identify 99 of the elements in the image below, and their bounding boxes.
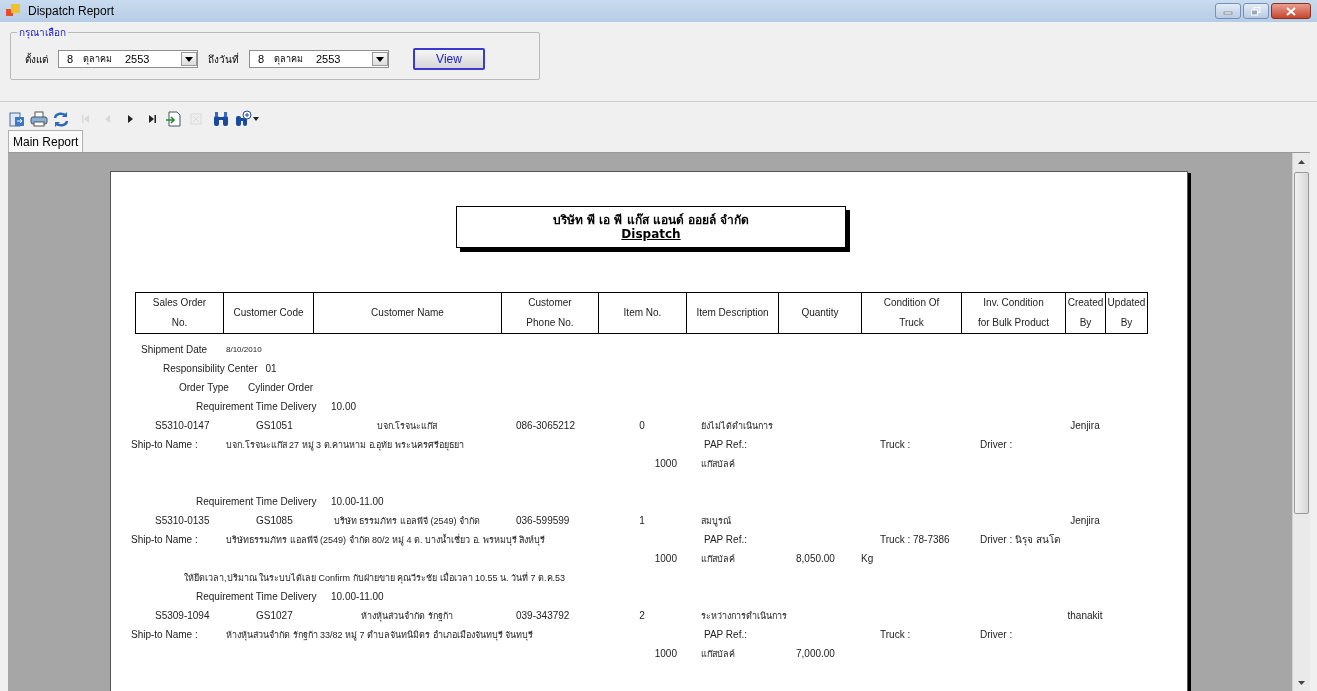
field-value: 10.00-11.00 [331, 496, 384, 507]
report-title: Dispatch [621, 227, 681, 242]
item-code: 1000 [654, 458, 678, 469]
app-icon [6, 4, 20, 18]
field-label: Ship-to Name : [130, 629, 199, 640]
column-header: Created By [1065, 292, 1105, 333]
item-status: ระหว่างการดำเนินการ [700, 609, 788, 623]
field-value: 10.00 [331, 401, 357, 412]
down-arrow-icon[interactable] [1298, 680, 1305, 685]
ship-to-address: ห้างหุ้นส่วนจำกัด รักฐก้า 33/82 หมู่ 7 ตำบลจันทนิมิตร อำเภอเมืองจันทบุรี จันทบุรี [225, 628, 535, 642]
customer-code: GS1027 [255, 610, 294, 621]
minimize-button[interactable] [1215, 3, 1241, 19]
up-arrow-icon[interactable] [1298, 159, 1305, 164]
date-picker[interactable]: 8 ตุลาคม 2553 [249, 50, 389, 68]
field-label: Requirement Time Delivery [196, 401, 318, 412]
go-to-page-icon[interactable] [165, 110, 183, 128]
phone-number: 036-599599 [515, 515, 571, 526]
scrollbar[interactable] [1292, 153, 1310, 691]
close-button[interactable] [1271, 3, 1311, 19]
view-button[interactable]: View [413, 48, 485, 70]
sales-order-no: S5310-0147 [154, 420, 211, 431]
driver-info: Driver : [979, 629, 1014, 640]
group-label: กรุณาเลือก [17, 25, 68, 40]
customer-name: บจก.โรจนะแก๊ส [376, 419, 438, 433]
column-header: Sales Order No. [135, 292, 223, 333]
column-header: Customer Code [223, 292, 313, 333]
customer-code: GS1051 [255, 420, 294, 431]
item-number: 2 [639, 610, 645, 621]
unit: Kg [861, 553, 875, 564]
quantity: 7,000.00 [795, 648, 836, 659]
printer-icon[interactable] [30, 110, 48, 128]
product-name: แก๊สบัลค์ [700, 647, 736, 661]
field-label: Order Type [179, 382, 230, 393]
customer-name: บริษัท ธรรมภัทร แอลพีจี (2549) จำกัด [334, 514, 480, 528]
column-header: Condition Of Truck [861, 292, 961, 333]
item-code: 1000 [654, 648, 678, 659]
column-header: Item No. [598, 292, 686, 333]
driver-info: Driver : นิรุจ สนโต [979, 533, 1061, 547]
column-header: Inv. Condition for Bulk Product [961, 292, 1065, 333]
customer-code: GS1085 [255, 515, 294, 526]
from-label: ตั้งแต่ [25, 51, 48, 67]
truck-info: Truck : 78-7386 [879, 534, 951, 545]
ship-to-address: บจก.โรจนะแก๊ส 27 หมู่ 3 ต.คานหาม อ.อุทัย พระนครศรีอยุธยา [225, 438, 465, 452]
report-tab[interactable]: Main Report [8, 130, 84, 152]
caret-icon[interactable] [185, 56, 193, 62]
sales-order-no: S5310-0135 [154, 515, 211, 526]
phone-number: 086-3065212 [515, 420, 576, 431]
dropdown-button[interactable] [372, 52, 388, 66]
maximize-button[interactable] [1243, 3, 1269, 19]
item-code: 1000 [654, 553, 678, 564]
date-picker[interactable]: 8 ตุลาคม 2553 [58, 50, 198, 68]
pap-ref: PAP Ref.: [703, 534, 748, 545]
ship-to-address: บริษัทธรรมภัทร แอลพีจี (2549) จำกัด 80/2 หมู่ 4 ต. บางน้ำเชี่ยว อ. พรหมบุรี สิงห์บุรี [225, 533, 547, 547]
column-header: Customer Name [313, 292, 501, 333]
truck-info: Truck : [879, 629, 912, 640]
field-value: Cylinder Order [248, 382, 314, 393]
customer-name: ห้างหุ้นส่วนจำกัด รักฐก้า [361, 609, 453, 623]
phone-number: 039-343792 [515, 610, 571, 621]
close-icon[interactable] [1286, 6, 1296, 16]
product-name: แก๊สบัลค์ [700, 552, 736, 566]
item-status: สมบูรณ์ [700, 514, 732, 528]
dropdown-button[interactable] [181, 52, 197, 66]
field-value: 8/10/2010 [226, 345, 262, 354]
window-title: Dispatch Report [28, 4, 116, 18]
sales-order-no: S5309-1094 [154, 610, 211, 621]
created-by: Jenjira [1070, 420, 1100, 431]
binoculars-icon[interactable] [212, 110, 230, 128]
field-label: Requirement Time Delivery [196, 496, 318, 507]
refresh-icon[interactable] [52, 110, 70, 128]
caret-icon[interactable] [253, 117, 259, 121]
field-label: Ship-to Name : [130, 534, 199, 545]
to-label: ถึงวันที่ [208, 51, 239, 67]
created-by: Jenjira [1070, 515, 1100, 526]
column-header: Updated By [1105, 292, 1148, 333]
driver-info: Driver : [979, 439, 1014, 450]
field-label: Requirement Time Delivery [196, 591, 318, 602]
export-icon[interactable] [8, 110, 26, 128]
item-number: 0 [639, 420, 645, 431]
column-header: Item Description [686, 292, 778, 333]
scroll-thumb[interactable] [1294, 172, 1309, 514]
binoculars-icon[interactable] [235, 110, 253, 128]
field-value: 10.00-11.00 [331, 591, 384, 602]
field-label: Responsibility Center [163, 363, 258, 374]
order-note: ให้ยึดเวลา,ปริมาณ ในระบบได้เลย Confirm กับฝ่ายขาย คุณวีระชัย เมื่อเวลา 10.55 น. วันที่ 7 ต.ค.53 [184, 571, 566, 585]
company-name: บริษัท พี เอ พี แก๊ส แอนด์ ออยล์ จำกัด [552, 212, 750, 227]
product-name: แก๊สบัลค์ [700, 457, 736, 471]
created-by: thanakit [1067, 610, 1103, 621]
field-label: Ship-to Name : [130, 439, 199, 450]
field-value: 01 [265, 363, 277, 374]
truck-info: Truck : [879, 439, 912, 450]
pap-ref: PAP Ref.: [703, 629, 748, 640]
column-header: Quantity [778, 292, 861, 333]
caret-icon[interactable] [376, 56, 384, 62]
field-label: Shipment Date [141, 344, 209, 355]
column-header: Customer Phone No. [501, 292, 598, 333]
quantity: 8,050.00 [795, 553, 836, 564]
item-number: 1 [639, 515, 645, 526]
pap-ref: PAP Ref.: [703, 439, 748, 450]
item-status: ยังไม่ได้ดำเนินการ [700, 419, 774, 433]
